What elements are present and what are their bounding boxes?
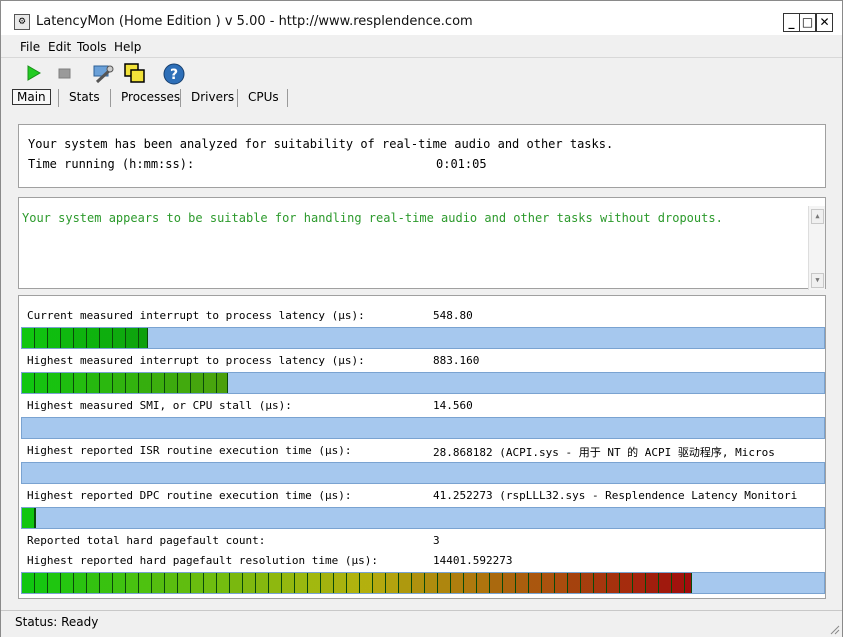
verdict-scrollbar[interactable]: ▲ ▼ bbox=[808, 206, 825, 290]
tab-stats[interactable]: Stats bbox=[69, 90, 100, 104]
start-button[interactable] bbox=[22, 62, 44, 84]
tab-main-label: Main bbox=[17, 90, 46, 104]
dpc-time-label: Highest reported DPC routine execution t… bbox=[27, 489, 352, 502]
menu-help[interactable]: Help bbox=[114, 40, 141, 54]
windows-icon bbox=[124, 63, 145, 83]
tab-stats-label: Stats bbox=[69, 90, 100, 104]
highest-latency-label: Highest measured interrupt to process la… bbox=[27, 354, 365, 367]
play-icon bbox=[27, 65, 41, 81]
isr-time-bar bbox=[21, 462, 825, 484]
menu-tools[interactable]: Tools bbox=[77, 40, 107, 54]
current-latency-bar-fill bbox=[22, 328, 148, 348]
window-title: LatencyMon (Home Edition ) v 5.00 - http… bbox=[36, 14, 473, 29]
help-icon: ? bbox=[163, 63, 185, 85]
maximize-button[interactable]: □ bbox=[799, 13, 816, 32]
dpc-time-value: 41.252273 (rspLLL32.sys - Resplendence L… bbox=[433, 489, 798, 502]
tools-icon bbox=[93, 65, 114, 84]
status-bar: Status: Ready bbox=[1, 610, 842, 637]
tab-separator bbox=[58, 89, 59, 107]
menu-edit-label: Edit bbox=[48, 40, 72, 54]
dpc-time-bar-fill bbox=[22, 508, 36, 528]
verdict-panel: Your system appears to be suitable for h… bbox=[18, 197, 826, 290]
tab-separator bbox=[237, 89, 238, 107]
tab-drivers-label: Drivers bbox=[191, 90, 235, 104]
tab-processes-label: Processes bbox=[121, 90, 181, 104]
highest-latency-bar-fill bbox=[22, 373, 228, 393]
title-bar[interactable]: ⚙ LatencyMon (Home Edition ) v 5.00 - ht… bbox=[1, 1, 842, 35]
app-icon: ⚙ bbox=[14, 14, 30, 30]
smi-stall-label: Highest measured SMI, or CPU stall (µs): bbox=[27, 399, 292, 412]
tab-bar: Main Stats Processes Drivers CPUs bbox=[1, 87, 842, 109]
minimize-button[interactable]: _ bbox=[783, 13, 800, 32]
time-running-label: Time running (h:mm:ss): bbox=[28, 157, 195, 171]
scroll-up-icon[interactable]: ▲ bbox=[811, 209, 824, 224]
tab-separator bbox=[110, 89, 111, 107]
menu-tools-label: Tools bbox=[77, 40, 107, 54]
pagefault-count-label: Reported total hard pagefault count: bbox=[27, 534, 266, 547]
tools-button[interactable] bbox=[91, 62, 114, 84]
menu-help-label: Help bbox=[114, 40, 142, 54]
tab-cpus[interactable]: CPUs bbox=[248, 90, 279, 104]
dpc-time-bar bbox=[21, 507, 825, 529]
latencymon-window: ⚙ LatencyMon (Home Edition ) v 5.00 - ht… bbox=[0, 0, 843, 637]
metrics-panel: Current measured interrupt to process la… bbox=[18, 295, 826, 599]
menu-edit[interactable]: Edit bbox=[48, 40, 71, 54]
pagefault-time-label: Highest reported hard pagefault resoluti… bbox=[27, 554, 378, 567]
summary-panel: Your system has been analyzed for suitab… bbox=[18, 124, 826, 188]
resize-grip-icon[interactable] bbox=[828, 623, 840, 635]
highest-latency-bar bbox=[21, 372, 825, 394]
pagefault-count-value: 3 bbox=[433, 534, 440, 547]
pagefault-time-bar-fill bbox=[22, 573, 692, 593]
tab-separator bbox=[180, 89, 181, 107]
current-latency-value: 548.80 bbox=[433, 309, 473, 322]
current-latency-bar bbox=[21, 327, 825, 349]
analysis-summary-text: Your system has been analyzed for suitab… bbox=[28, 137, 614, 151]
menu-bar: File Edit Tools Help bbox=[1, 37, 842, 56]
smi-stall-bar bbox=[21, 417, 825, 439]
pagefault-time-bar bbox=[21, 572, 825, 594]
menu-file-label: File bbox=[20, 40, 41, 54]
menu-file[interactable]: File bbox=[20, 40, 40, 54]
tab-main[interactable]: Main bbox=[12, 89, 51, 105]
pagefault-time-value: 14401.592273 bbox=[433, 554, 513, 567]
time-running-value: 0:01:05 bbox=[436, 157, 487, 171]
status-text: Status: Ready bbox=[15, 615, 99, 629]
tab-processes[interactable]: Processes bbox=[121, 90, 180, 104]
stop-button[interactable] bbox=[53, 62, 75, 84]
tab-separator bbox=[287, 89, 288, 107]
verdict-text: Your system appears to be suitable for h… bbox=[22, 211, 723, 225]
scroll-down-icon[interactable]: ▼ bbox=[811, 273, 824, 288]
tab-drivers[interactable]: Drivers bbox=[191, 90, 234, 104]
close-button[interactable]: ✕ bbox=[816, 13, 833, 32]
toolbar: ? bbox=[1, 57, 842, 88]
isr-time-label: Highest reported ISR routine execution t… bbox=[27, 444, 352, 457]
highest-latency-value: 883.160 bbox=[433, 354, 480, 367]
isr-time-value: 28.868182 (ACPI.sys - 用于 NT 的 ACPI 驱动程序,… bbox=[433, 446, 775, 459]
help-button[interactable]: ? bbox=[162, 62, 185, 85]
svg-text:?: ? bbox=[170, 67, 178, 83]
windows-button[interactable] bbox=[123, 62, 145, 84]
current-latency-label: Current measured interrupt to process la… bbox=[27, 309, 365, 322]
smi-stall-value: 14.560 bbox=[433, 399, 473, 412]
stop-icon bbox=[58, 68, 71, 79]
tab-cpus-label: CPUs bbox=[248, 90, 279, 104]
